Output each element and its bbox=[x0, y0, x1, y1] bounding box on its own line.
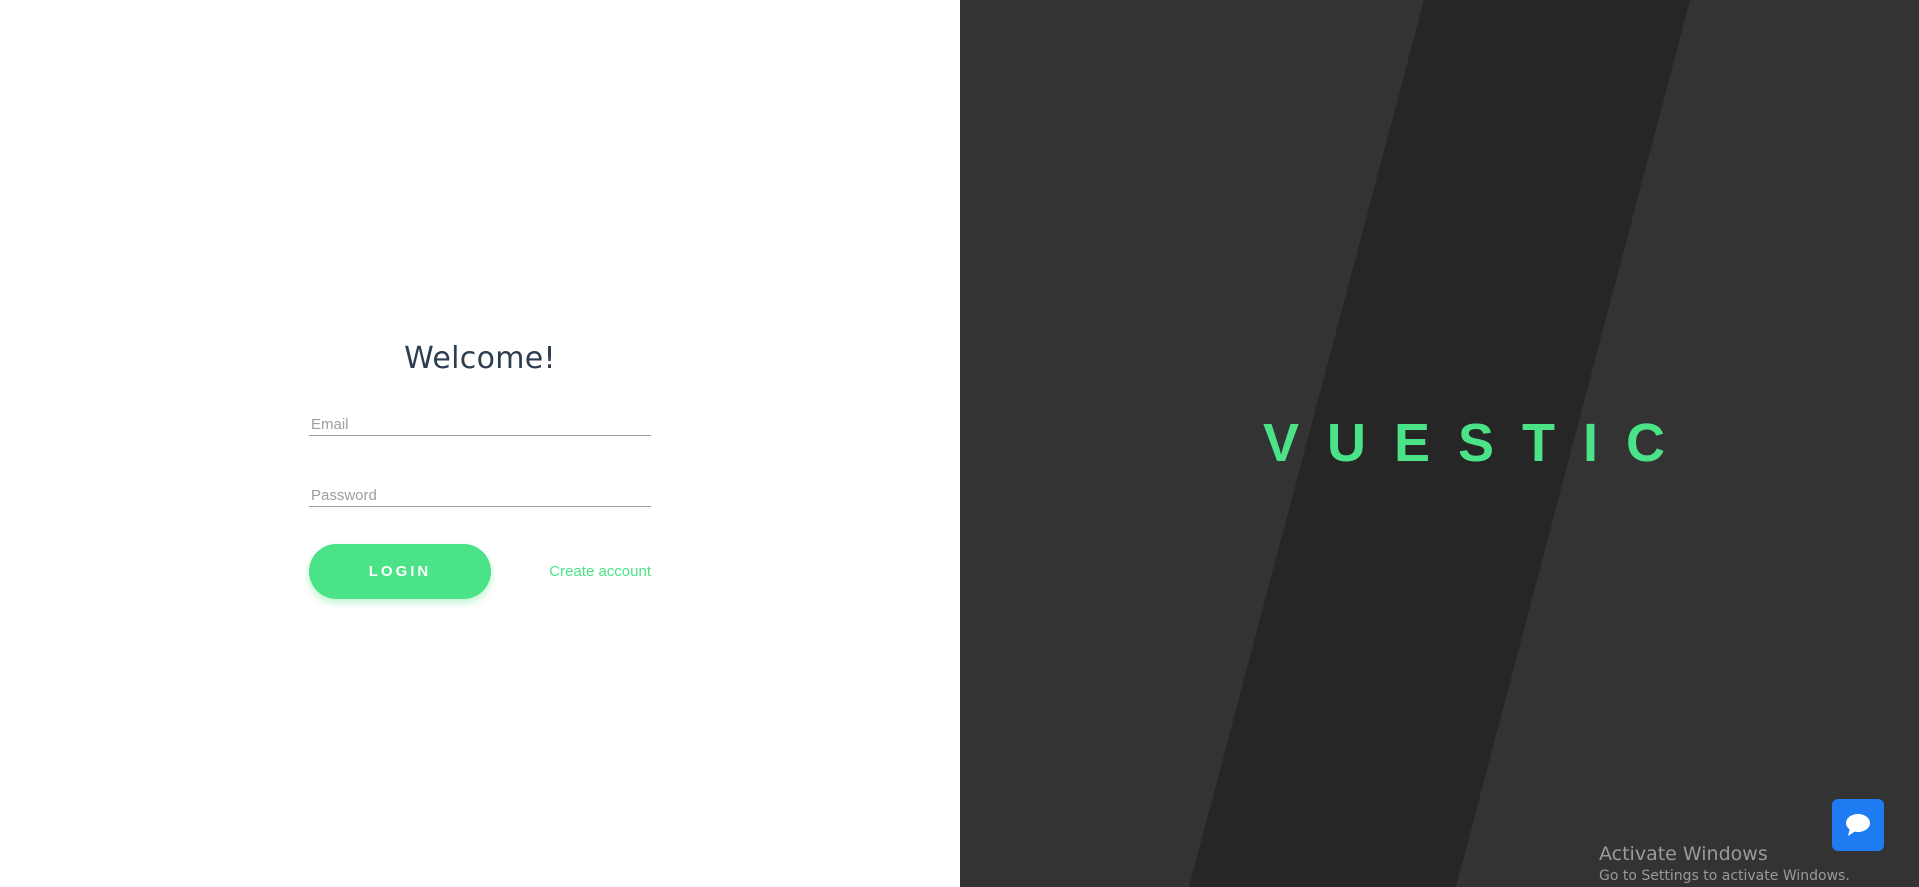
chat-bubble-icon bbox=[1846, 814, 1870, 836]
activate-windows-watermark: Activate Windows Go to Settings to activ… bbox=[1599, 842, 1850, 886]
watermark-subtitle: Go to Settings to activate Windows. bbox=[1599, 868, 1850, 884]
login-button[interactable]: LOGIN bbox=[309, 544, 491, 599]
password-field-wrapper bbox=[309, 484, 651, 507]
password-field[interactable] bbox=[309, 484, 651, 506]
welcome-title: Welcome! bbox=[404, 341, 556, 376]
login-page: Welcome! LOGIN Create account VUESTIC Ac… bbox=[0, 0, 1919, 887]
login-form: Welcome! LOGIN Create account bbox=[309, 338, 651, 599]
email-field-wrapper bbox=[309, 413, 651, 436]
login-panel: Welcome! LOGIN Create account bbox=[0, 0, 960, 887]
chat-button[interactable] bbox=[1832, 799, 1884, 851]
email-field[interactable] bbox=[309, 413, 651, 435]
create-account-link[interactable]: Create account bbox=[549, 563, 651, 580]
login-actions: LOGIN Create account bbox=[309, 544, 651, 599]
watermark-title: Activate Windows bbox=[1599, 843, 1768, 865]
vuestic-logo: VUESTIC bbox=[1263, 413, 1694, 473]
brand-panel: VUESTIC bbox=[960, 0, 1919, 887]
